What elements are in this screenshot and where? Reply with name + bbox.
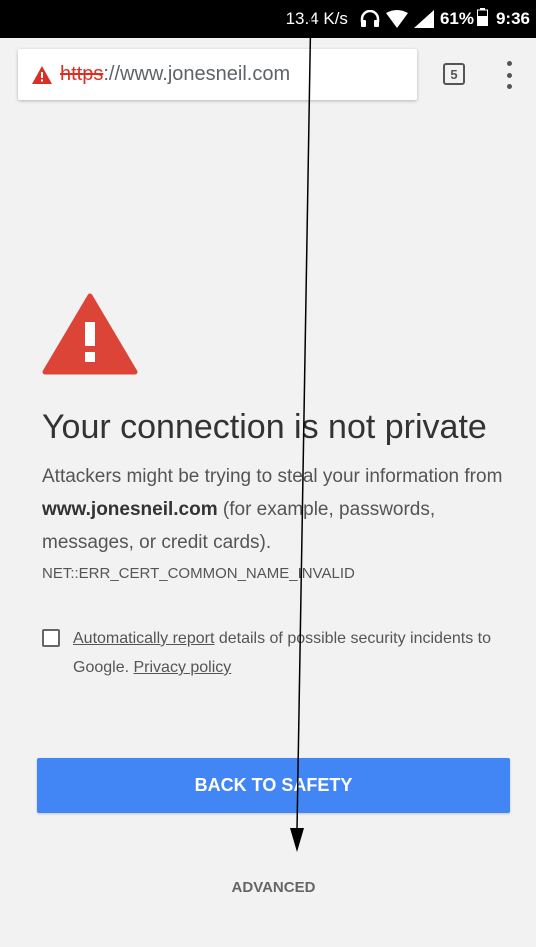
tab-switcher-button[interactable]: 5 <box>443 63 465 85</box>
signal-icon <box>413 10 434 28</box>
report-link[interactable]: Automatically report <box>73 630 214 647</box>
url-host: ://www.jonesneil.com <box>103 63 291 85</box>
back-to-safety-button[interactable]: BACK TO SAFETY <box>37 758 510 813</box>
explanation-text: Attackers might be trying to steal your … <box>42 460 512 559</box>
warning-triangle-icon[interactable] <box>32 65 52 84</box>
advanced-button[interactable]: ADVANCED <box>180 869 367 905</box>
privacy-policy-link[interactable]: Privacy policy <box>133 659 231 676</box>
address-bar[interactable]: https://www.jonesneil.com <box>18 49 417 100</box>
clock: 9:36 <box>495 9 530 28</box>
wifi-icon <box>385 10 408 28</box>
url-text[interactable]: https://www.jonesneil.com <box>60 63 290 86</box>
overflow-menu-icon[interactable] <box>499 61 519 89</box>
network-speed: 13.4 K/s <box>285 9 348 28</box>
report-checkbox[interactable] <box>42 629 60 647</box>
headphones-icon <box>360 10 380 28</box>
explanation-prefix: Attackers might be trying to steal your … <box>42 466 503 487</box>
error-code[interactable]: NET::ERR_CERT_COMMON_NAME_INVALID <box>42 565 355 582</box>
battery-percent: 61% <box>439 9 474 28</box>
report-text: Automatically report details of possible… <box>73 624 517 682</box>
url-scheme: https <box>60 63 104 85</box>
warning-triangle-icon <box>42 292 138 380</box>
browser-toolbar: https://www.jonesneil.com 5 <box>0 38 536 112</box>
site-name: www.jonesneil.com <box>42 499 218 520</box>
interstitial-page: Your connection is not private Attackers… <box>0 112 536 947</box>
status-bar: 13.4 K/s 61% 9:36 <box>0 0 536 38</box>
page-title: Your connection is not private <box>42 408 487 446</box>
battery-icon <box>476 7 488 31</box>
